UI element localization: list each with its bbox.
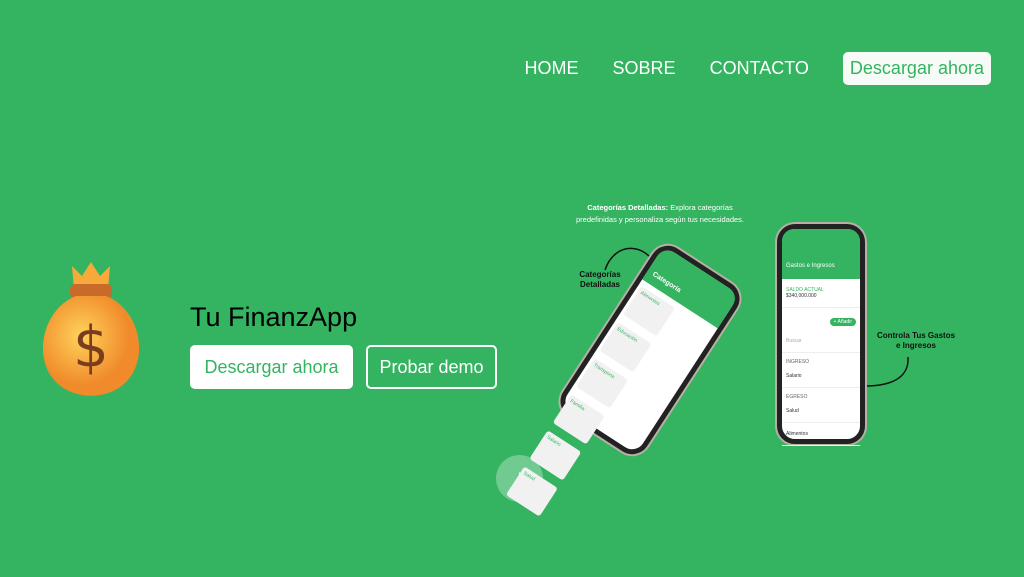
balance-card: SALDO ACTUAL $340,000.000: [782, 279, 860, 308]
hero-title: Tu FinanzApp: [190, 302, 358, 332]
nav-download-button[interactable]: Descargar ahora: [842, 52, 991, 85]
promo-caption: Categorías Detalladas: Explora categoría…: [575, 203, 745, 224]
category-tile: Educación: [599, 322, 652, 373]
nav-home[interactable]: HOME: [525, 58, 579, 79]
phone-transactions: Gastos e Ingresos SALDO ACTUAL $340,000.0…: [777, 224, 865, 446]
list-item: Alimentos: [782, 423, 860, 446]
list-item: Salud: [782, 400, 860, 423]
demo-button[interactable]: Probar demo: [366, 345, 497, 389]
nav-contacto[interactable]: CONTACTO: [710, 58, 809, 79]
label-control: Controla Tus Gastos e Ingresos: [876, 331, 956, 350]
money-bag-icon: $: [42, 262, 140, 396]
search-field: Buscar: [782, 330, 860, 353]
nav-sobre[interactable]: SOBRE: [613, 58, 676, 79]
category-tile: Salario: [529, 430, 582, 481]
top-nav: HOME SOBRE CONTACTO Descargar ahora: [525, 52, 991, 85]
category-tile: Transporte: [576, 358, 629, 409]
income-header: INGRESO: [786, 359, 810, 365]
category-tile: Familia: [552, 394, 605, 445]
download-button[interactable]: Descargar ahora: [190, 345, 353, 389]
phone-transactions-title: Gastos e Ingresos: [782, 229, 860, 279]
expense-header: EGRESO: [786, 394, 808, 400]
list-item: Salario: [782, 365, 860, 388]
add-button: + Añadir: [829, 318, 856, 326]
svg-text:$: $: [73, 315, 109, 380]
